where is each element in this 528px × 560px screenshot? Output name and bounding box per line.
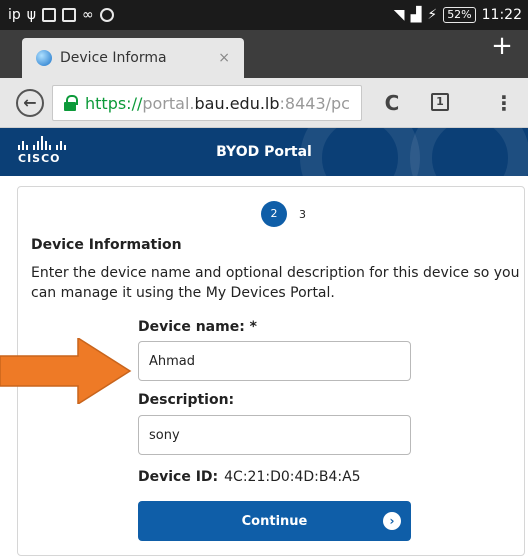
description-label: Description: xyxy=(138,392,235,408)
blocked-icon xyxy=(99,8,114,22)
step-indicator: 2 3 xyxy=(261,201,306,227)
sync-icon: ∞ xyxy=(82,7,94,23)
clock: 11:22 xyxy=(481,7,522,23)
chevron-right-icon: › xyxy=(383,512,401,530)
tab-title: Device Informa xyxy=(60,50,167,66)
description-input[interactable] xyxy=(138,415,411,455)
browser-toolbar: ← https://portal.bau.edu.lb:8443/pc C 1 … xyxy=(0,78,528,128)
section-title: Device Information xyxy=(31,237,182,253)
url-protocol: https:// xyxy=(85,93,143,113)
charging-icon: ⚡ xyxy=(427,7,438,23)
intro-text: Enter the device name and optional descr… xyxy=(31,265,520,301)
menu-button[interactable]: ⋮ xyxy=(494,91,514,115)
wifi-icon: ◥ xyxy=(393,7,405,23)
close-tab-icon[interactable]: × xyxy=(218,50,230,66)
image-icon xyxy=(62,8,77,22)
device-id-label: Device ID: xyxy=(138,469,219,485)
new-tab-button[interactable]: + xyxy=(490,33,514,59)
device-id-value: 4C:21:D0:4D:B4:A5 xyxy=(224,469,361,485)
status-icons-right: ◥ ▟ ⚡ 52% 11:22 xyxy=(394,5,522,25)
step-current: 2 xyxy=(261,201,287,227)
device-name-label: Device name: * xyxy=(138,319,257,335)
signal-icon: ▟ xyxy=(410,7,422,23)
address-bar[interactable]: https://portal.bau.edu.lb:8443/pc xyxy=(52,85,362,121)
status-bar: ip ψ ∞ ◥ ▟ ⚡ 52% 11:22 xyxy=(0,0,528,30)
tab-strip: Device Informa × xyxy=(0,30,528,78)
url-host: bau.edu.lb xyxy=(194,93,280,113)
continue-button[interactable]: Continue › xyxy=(138,501,411,541)
notification-icon xyxy=(42,8,57,22)
browser-tab[interactable]: Device Informa × xyxy=(22,38,244,78)
globe-icon xyxy=(36,50,52,66)
url-text: https://portal.bau.edu.lb:8443/pc xyxy=(85,94,350,113)
annotation-arrow xyxy=(0,338,132,404)
battery-indicator: 52% xyxy=(443,7,476,23)
reload-button[interactable]: C xyxy=(380,91,404,115)
continue-label: Continue xyxy=(241,513,308,529)
usb-icon: ψ xyxy=(26,7,37,23)
page-title: BYOD Portal xyxy=(216,144,312,160)
step-next: 3 xyxy=(299,207,306,221)
status-icons-left: ip ψ ∞ xyxy=(8,5,114,25)
back-button[interactable]: ← xyxy=(16,89,44,117)
status-text: ip xyxy=(8,7,21,23)
device-name-input[interactable] xyxy=(138,341,411,381)
portal-banner: CISCO BYOD Portal xyxy=(0,128,528,176)
url-subdomain: portal. xyxy=(142,93,195,113)
device-id: Device ID: 4C:21:D0:4D:B4:A5 xyxy=(138,469,361,485)
url-path: :8443/pc xyxy=(279,93,350,113)
tab-switcher-button[interactable]: 1 xyxy=(431,93,449,111)
lock-icon xyxy=(63,95,78,111)
